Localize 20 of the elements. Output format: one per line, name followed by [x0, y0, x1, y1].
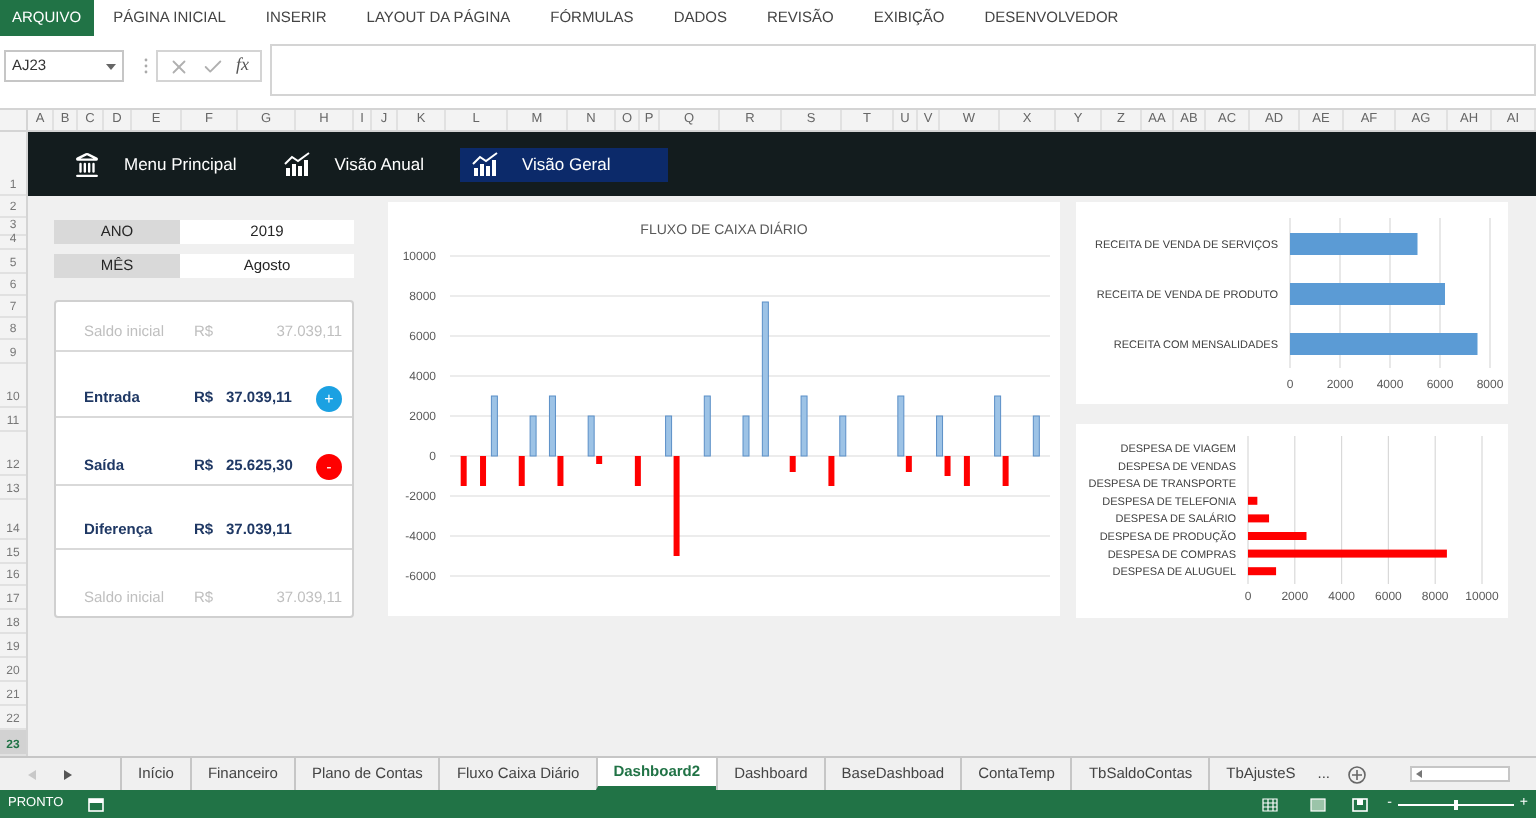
bar-chart-icon — [471, 152, 498, 176]
nav-button[interactable]: Visão Geral — [459, 147, 668, 181]
action-button[interactable]: + — [316, 386, 342, 412]
horizontal-scrollbar[interactable] — [1410, 766, 1511, 782]
formula-input[interactable] — [269, 44, 1536, 96]
macro-record-icon[interactable] — [87, 797, 104, 811]
scroll-right-icon[interactable] — [64, 769, 72, 779]
bank-icon — [74, 151, 100, 177]
action-button[interactable]: - — [316, 454, 342, 480]
page-layout-icon[interactable] — [1309, 797, 1326, 811]
scroll-left-icon[interactable] — [1416, 770, 1423, 778]
nav-button[interactable]: Menu Principal — [62, 147, 249, 181]
dropdown-caret-icon[interactable] — [106, 63, 116, 69]
normal-view-icon[interactable] — [1261, 797, 1278, 811]
page-break-icon[interactable] — [1351, 797, 1368, 811]
add-sheet-icon[interactable] — [1348, 765, 1367, 783]
zoom-thumb[interactable] — [1453, 799, 1458, 809]
bar-chart-icon — [284, 152, 311, 176]
nav-button[interactable]: Visão Anual — [272, 147, 436, 181]
insert-function-button[interactable]: fx — [236, 52, 249, 80]
